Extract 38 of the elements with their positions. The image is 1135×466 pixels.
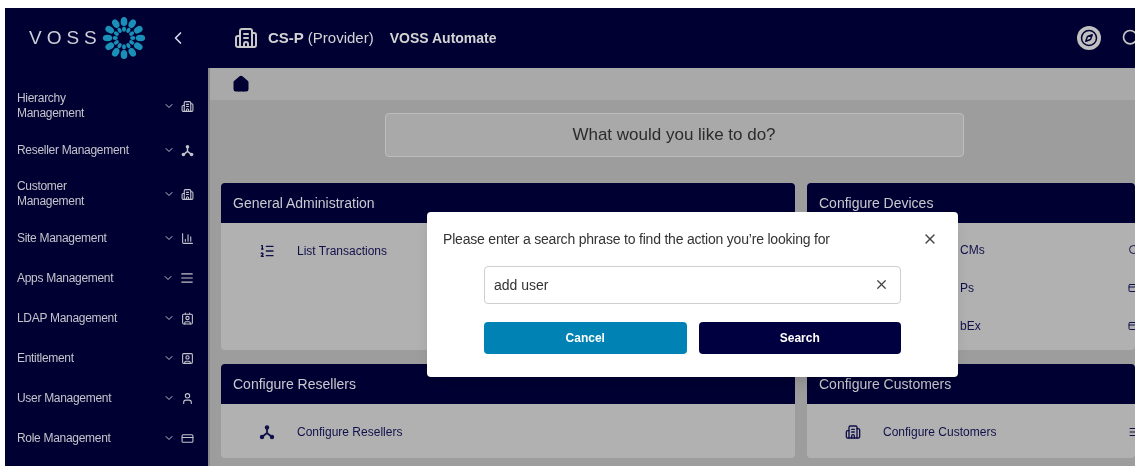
- sidebar-label: User Management: [17, 390, 113, 406]
- sidebar-label: Site Management: [17, 230, 108, 246]
- sidebar-item[interactable]: LDAP Management: [5, 298, 208, 338]
- sidebar-label: Entitlement: [17, 350, 75, 366]
- sidebar-label: Reseller Management: [17, 142, 130, 158]
- sidebar-label: Hierarchy Management: [17, 91, 86, 121]
- sidebar-label: Customer Management: [17, 179, 86, 209]
- sidebar-item[interactable]: Apps Management: [5, 258, 208, 298]
- sidebar-item[interactable]: User Management: [5, 378, 208, 418]
- sidebar-label: Role Management: [17, 430, 112, 446]
- action-link[interactable]: bEx: [960, 317, 1010, 335]
- logo-text: VOSS: [29, 25, 102, 50]
- card-title: Configure Customers: [819, 374, 952, 394]
- cancel-button[interactable]: Cancel: [484, 322, 687, 354]
- card-title: Configure Resellers: [233, 374, 356, 394]
- sidebar-label: LDAP Management: [17, 310, 119, 326]
- card-title: General Administration: [233, 193, 375, 213]
- sidebar-item[interactable]: Reseller Management: [5, 130, 208, 170]
- dialog-prompt: Please enter a search phrase to find the action you’re looking for: [443, 229, 830, 249]
- sidebar-label: Apps Management: [17, 270, 115, 286]
- action-search-field[interactable]: What would you like to do?: [384, 113, 964, 157]
- action-link[interactable]: List Transactions: [297, 242, 388, 260]
- sidebar-item[interactable]: Hierarchy Management: [5, 82, 208, 130]
- search-button[interactable]: Search: [698, 322, 901, 354]
- sidebar-item[interactable]: Role Management: [5, 418, 208, 458]
- search-input-field[interactable]: add user: [484, 266, 901, 304]
- action-link[interactable]: Configure Resellers: [297, 423, 403, 441]
- search-prompt: What would you like to do?: [572, 124, 776, 147]
- card-title: Configure Devices: [819, 193, 934, 213]
- context-name: CS-P: [268, 27, 304, 48]
- action-link[interactable]: Configure Customers: [883, 423, 997, 441]
- action-link[interactable]: CMs: [960, 241, 1010, 259]
- context-type: (Provider): [307, 27, 374, 48]
- sidebar-item[interactable]: Entitlement: [5, 338, 208, 378]
- sidebar-item[interactable]: Customer Management: [5, 170, 208, 218]
- sidebar-item[interactable]: Site Management: [5, 218, 208, 258]
- action-link[interactable]: Ps: [960, 279, 1010, 297]
- app-name: VOSS Automate: [389, 28, 497, 48]
